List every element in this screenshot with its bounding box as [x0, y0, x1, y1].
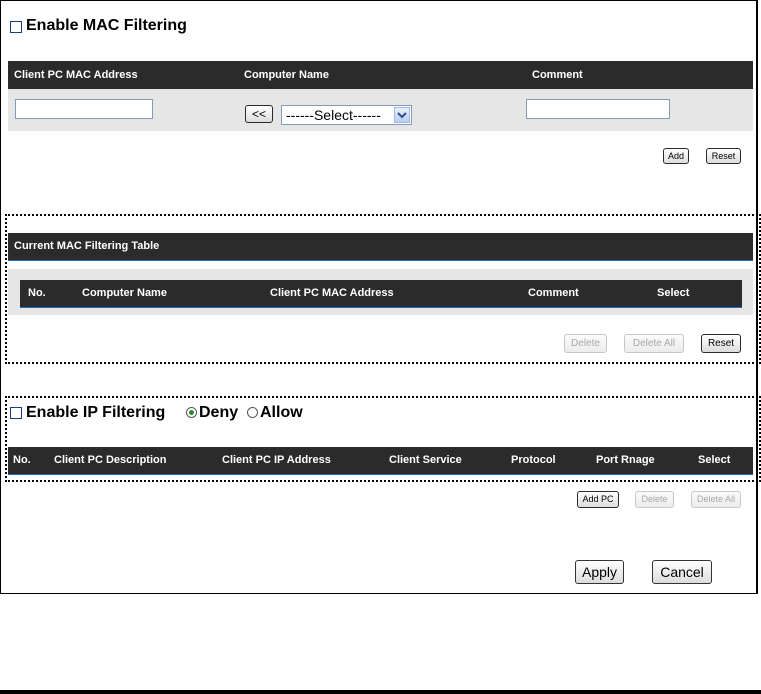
enable-ip-filtering-checkbox[interactable]: [10, 407, 22, 419]
allow-radio[interactable]: [247, 407, 258, 418]
col-comment: Comment: [528, 287, 579, 299]
add-button[interactable]: Add: [663, 148, 689, 164]
radio-selected-dot: [189, 410, 194, 415]
deny-radio[interactable]: [186, 407, 197, 418]
cancel-button[interactable]: Cancel: [652, 560, 712, 584]
header-underline: [8, 474, 753, 475]
col-port-range: Port Rnage: [596, 454, 655, 466]
enable-mac-filtering-checkbox[interactable]: [10, 21, 22, 33]
ip-delete-button[interactable]: Delete: [635, 491, 674, 508]
settings-panel: Enable MAC Filtering Client PC MAC Addre…: [0, 0, 761, 594]
col-ip-address: Client PC IP Address: [222, 454, 331, 466]
col-computer-name: Computer Name: [82, 287, 167, 299]
delete-button[interactable]: Delete: [564, 334, 607, 353]
mac-input-header: Client PC MAC Address Computer Name Comm…: [8, 61, 753, 89]
allow-label: Allow: [260, 404, 303, 421]
ip-table-header: No. Client PC Description Client PC IP A…: [8, 447, 753, 474]
table-reset-button[interactable]: Reset: [701, 334, 741, 353]
mac-address-input[interactable]: [15, 99, 153, 119]
add-pc-button[interactable]: Add PC: [577, 491, 619, 508]
deny-label: Deny: [199, 404, 239, 421]
col-comment: Comment: [532, 69, 583, 81]
col-client-mac: Client PC MAC Address: [270, 287, 394, 299]
header-underline: [20, 307, 742, 308]
col-description: Client PC Description: [54, 454, 167, 466]
ip-delete-all-button[interactable]: Delete All: [691, 491, 741, 508]
col-no: No.: [13, 454, 31, 466]
col-select: Select: [657, 287, 690, 299]
col-computer-name: Computer Name: [244, 69, 329, 81]
col-client-mac: Client PC MAC Address: [14, 69, 138, 81]
mac-table-title-bar: Current MAC Filtering Table: [8, 233, 753, 260]
mac-table-header: No. Computer Name Client PC MAC Address …: [20, 280, 742, 307]
col-select: Select: [698, 454, 731, 466]
reset-button[interactable]: Reset: [706, 148, 741, 164]
copy-computer-name-button[interactable]: <<: [245, 105, 273, 123]
enable-mac-filtering-label: Enable MAC Filtering: [26, 17, 187, 34]
delete-all-button[interactable]: Delete All: [624, 334, 684, 353]
col-no: No.: [28, 287, 46, 299]
enable-ip-filtering-label: Enable IP Filtering: [26, 404, 166, 421]
col-protocol: Protocol: [511, 454, 556, 466]
comment-input[interactable]: [526, 99, 670, 119]
computer-name-select[interactable]: ------Select------: [281, 105, 412, 125]
apply-button[interactable]: Apply: [575, 560, 624, 584]
bottom-rule: [0, 690, 761, 694]
select-value: ------Select------: [286, 107, 381, 123]
col-service: Client Service: [389, 454, 462, 466]
dropdown-chevron-icon[interactable]: [394, 107, 410, 123]
title-underline: [8, 260, 753, 261]
mac-table-title: Current MAC Filtering Table: [14, 240, 160, 252]
